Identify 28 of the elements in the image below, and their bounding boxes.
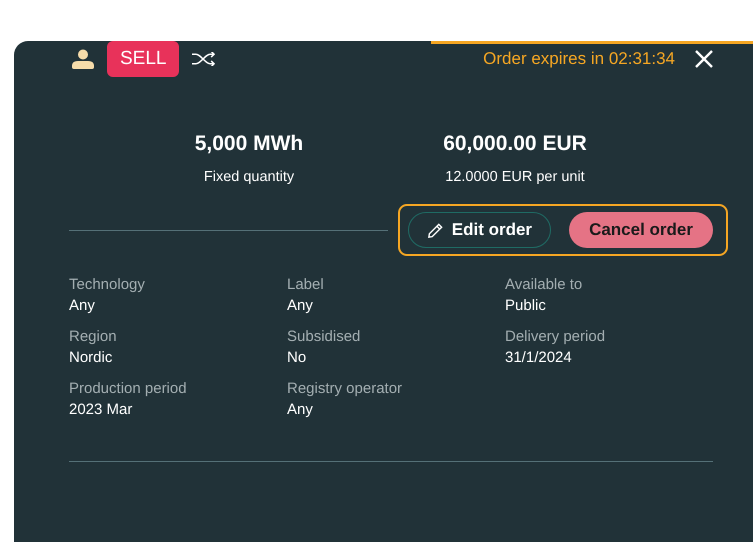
pencil-icon: [426, 222, 444, 238]
summary-value: 5,000 MWh: [194, 132, 304, 156]
edit-order-button[interactable]: Edit order: [408, 212, 552, 248]
sell-badge: SELL: [107, 41, 180, 77]
detail-value: 31/1/2024: [505, 349, 573, 367]
detail-label: Delivery period: [505, 328, 606, 346]
summary-value: 60,000.00 EUR: [443, 132, 587, 156]
detail-value: Any: [69, 297, 96, 315]
detail-label: Technology: [69, 276, 146, 294]
detail-value: Nordic: [69, 349, 114, 367]
detail-label: Registry operator: [287, 380, 404, 398]
close-icon[interactable]: [695, 50, 713, 68]
detail-label: Region: [69, 328, 118, 346]
summary-caption: 12.0000 EUR per unit: [445, 169, 585, 185]
shuffle-icon[interactable]: [192, 52, 216, 66]
detail-label: Label: [287, 276, 325, 294]
detail-value: Any: [287, 401, 314, 419]
detail-value: Public: [505, 297, 547, 315]
detail-value: 2023 Mar: [69, 401, 134, 419]
detail-label: Subsidised: [287, 328, 362, 346]
detail-value: No: [287, 349, 308, 367]
detail-value: Any: [287, 297, 314, 315]
cancel-order-button[interactable]: Cancel order: [569, 212, 713, 248]
detail-label: Available to: [505, 276, 584, 294]
person-icon: [72, 49, 94, 69]
expiry-countdown: Order expires in 02:31:34: [483, 49, 675, 69]
detail-label: Production period: [69, 380, 188, 398]
summary-caption: Fixed quantity: [204, 169, 294, 185]
